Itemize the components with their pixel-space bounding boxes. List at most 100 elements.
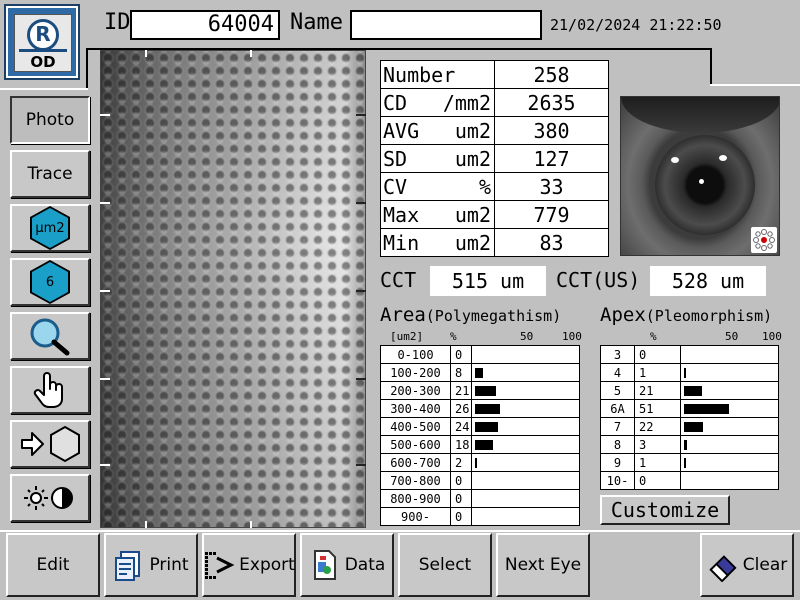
stat-value: 127 — [494, 144, 609, 173]
histogram-bar — [684, 368, 686, 378]
id-field[interactable]: 64004 — [130, 10, 280, 40]
histogram-row: 91 — [600, 453, 779, 472]
area-mode-button[interactable]: μm2 — [10, 204, 90, 252]
scale-tick — [100, 202, 110, 204]
photo-button[interactable]: Photo — [10, 96, 90, 144]
histogram-bin-label: 0-100 — [380, 345, 451, 364]
apex-scale-100: 100 — [762, 330, 782, 343]
trace-button-label: Trace — [27, 164, 73, 184]
stat-unit: um2 — [454, 146, 491, 171]
histogram-bar — [475, 458, 478, 468]
pan-button[interactable] — [10, 366, 90, 414]
histogram-bar-cell — [471, 471, 580, 490]
trace-button[interactable]: Trace — [10, 150, 90, 198]
apex-scale-50: 50 — [725, 330, 739, 343]
stat-unit: % — [478, 174, 491, 199]
stat-row: CD/mm2 2635 — [380, 88, 609, 117]
cct-label: CCT — [380, 268, 417, 292]
print-label: Print — [149, 555, 189, 575]
data-button[interactable]: Data — [300, 533, 394, 597]
histogram-row: 83 — [600, 435, 779, 454]
next-eye-button[interactable]: Next Eye — [496, 533, 590, 597]
right-eye-logo-icon: R — [27, 19, 59, 51]
histogram-percent: 1 — [634, 363, 681, 382]
apex-subtitle: (Pleomorphism) — [645, 307, 773, 325]
endothelium-texture — [101, 51, 365, 527]
histogram-row: 7 22 — [600, 417, 779, 436]
stat-value: 33 — [494, 172, 609, 201]
stat-name: Min — [383, 230, 420, 255]
histogram-bin-label: 6A — [600, 399, 635, 418]
scale-tick — [100, 464, 110, 466]
histogram-bar — [475, 368, 484, 378]
reflection-glint — [719, 155, 727, 161]
histogram-bin-label: 500-600 — [380, 435, 451, 454]
brightness-contrast-button[interactable] — [10, 474, 90, 522]
customize-button[interactable]: Customize — [600, 495, 730, 525]
apex-mode-button[interactable]: 6 — [10, 258, 90, 306]
histogram-bar-cell — [680, 471, 779, 490]
histogram-bar-cell — [471, 399, 580, 418]
histogram-row: 200-300 21 — [380, 381, 580, 400]
reflection-glint — [699, 179, 704, 184]
stat-name: AVG — [383, 118, 420, 143]
stat-row: SD um2 127 — [380, 144, 609, 173]
eyelid — [621, 97, 779, 133]
add-cell-button[interactable] — [10, 420, 90, 468]
histogram-percent: 0 — [449, 471, 473, 490]
eraser-icon — [707, 548, 739, 582]
name-field[interactable] — [350, 10, 542, 40]
histogram-bar — [475, 440, 493, 450]
histogram-percent: 0 — [449, 507, 473, 526]
scale-tick — [356, 290, 366, 292]
stat-name: Number — [383, 62, 456, 87]
clear-button[interactable]: Clear — [700, 533, 794, 597]
cct-us-value: 528 um — [650, 266, 766, 296]
zoom-button[interactable] — [10, 312, 90, 360]
print-button[interactable]: Print — [104, 533, 198, 597]
histogram-percent: 22 — [634, 417, 681, 436]
clear-label: Clear — [742, 555, 788, 575]
brightness-contrast-icon — [24, 486, 73, 510]
area-histogram-table: 0-100 0 100-200 8 200-300 21 300-400 26 400-500 2… — [380, 345, 580, 526]
area-histogram-title: Area(Polymegathism) — [380, 304, 561, 326]
photo-button-label: Photo — [25, 110, 75, 130]
select-button[interactable]: Select — [398, 533, 492, 597]
histogram-bar — [684, 422, 704, 432]
edit-button[interactable]: Edit — [6, 533, 100, 597]
exam-datetime: 21/02/2024 21:22:50 — [550, 16, 722, 34]
stat-row: Number 258 — [380, 60, 609, 89]
stat-row: AVG um2 380 — [380, 116, 609, 145]
histogram-bin-label: 100-200 — [380, 363, 451, 382]
histogram-bin-label: 10- — [600, 471, 635, 490]
histogram-bar — [684, 386, 703, 396]
apex-histogram-title: Apex(Pleomorphism) — [600, 304, 772, 326]
histogram-percent: 0 — [449, 345, 473, 364]
area-scale-50: 50 — [520, 330, 534, 343]
iris — [655, 135, 755, 235]
eye-side-badge[interactable]: R OD — [4, 4, 80, 80]
stat-name: SD — [383, 146, 408, 171]
printer-icon — [113, 548, 145, 582]
histogram-percent: 0 — [449, 489, 473, 508]
scale-tick — [250, 50, 252, 57]
histogram-bar-cell — [471, 453, 580, 472]
anterior-eye-photo[interactable] — [620, 96, 780, 256]
scale-tick — [100, 290, 110, 292]
histogram-bin-label: 4 — [600, 363, 635, 382]
cell-statistics-table: Number 258 CD/mm2 2635 AVG um2 380 SD um2 … — [380, 60, 609, 257]
area-title: Area — [380, 304, 426, 326]
export-button[interactable]: Export — [202, 533, 296, 597]
histogram-bin-label: 8 — [600, 435, 635, 454]
endothelium-image[interactable] — [100, 50, 366, 528]
histogram-bar-cell — [680, 399, 779, 418]
stat-name: CD — [383, 90, 408, 115]
histogram-bin-label: 400-500 — [380, 417, 451, 436]
select-label: Select — [418, 555, 472, 575]
hand-pointer-icon — [33, 372, 63, 408]
stat-unit: um2 — [454, 118, 491, 143]
histogram-row: 600-700 2 — [380, 453, 580, 472]
fixation-target-icon[interactable] — [751, 227, 777, 253]
histogram-row: 5 21 — [600, 381, 779, 400]
histogram-bin-label: 900- — [380, 507, 451, 526]
